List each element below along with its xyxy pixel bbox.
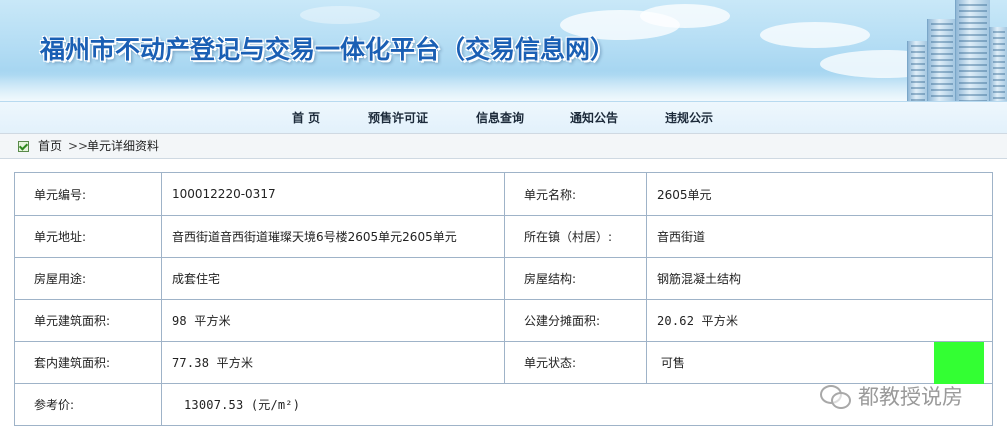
header-banner: 福州市不动产登记与交易一体化平台（交易信息网） xyxy=(0,0,1007,101)
checkbox-icon xyxy=(18,141,29,152)
cloud-decoration xyxy=(300,6,380,24)
table-row: 单元建筑面积: 98 平方米 公建分摊面积: 20.62 平方米 xyxy=(15,300,992,342)
reference-price-label: 参考价: xyxy=(15,384,162,425)
shared-area-value: 20.62 平方米 xyxy=(657,314,739,328)
unit-status-label: 单元状态: xyxy=(505,342,647,383)
usage-value: 成套住宅 xyxy=(162,258,505,299)
unit-name-value: 2605单元 xyxy=(657,187,712,202)
structure-label: 房屋结构: xyxy=(505,258,647,299)
banner-haze xyxy=(0,75,1007,101)
nav-item-notices[interactable]: 通知公告 xyxy=(570,102,618,134)
nav-item-presale-permit[interactable]: 预售许可证 xyxy=(368,102,428,134)
nav-item-violations[interactable]: 违规公示 xyxy=(665,102,713,134)
status-color-swatch xyxy=(934,342,984,384)
nav-item-home[interactable]: 首 页 xyxy=(292,102,320,134)
skyscraper-illustration xyxy=(897,0,1007,101)
town-value: 音西街道 xyxy=(657,230,706,244)
unit-number-value: 100012220-0317 xyxy=(162,173,505,215)
unit-name-label: 单元名称: xyxy=(505,173,647,215)
floor-area-value: 98 平方米 xyxy=(162,300,505,341)
usage-label: 房屋用途: xyxy=(15,258,162,299)
cloud-decoration xyxy=(640,4,730,28)
shared-area-label: 公建分摊面积: xyxy=(505,300,647,341)
breadcrumb-separator: >> xyxy=(68,139,89,153)
unit-address-label: 单元地址: xyxy=(15,216,162,257)
nav-item-info-query[interactable]: 信息查询 xyxy=(476,102,524,134)
unit-number-label: 单元编号: xyxy=(15,173,162,215)
breadcrumb-home-link[interactable]: 首页 xyxy=(38,134,62,158)
table-row: 单元编号: 100012220-0317 单元名称: 2605单元 xyxy=(15,173,992,216)
main-nav: 首 页 预售许可证 信息查询 通知公告 违规公示 xyxy=(0,101,1007,134)
cloud-decoration xyxy=(760,22,870,48)
site-title: 福州市不动产登记与交易一体化平台（交易信息网） xyxy=(40,35,616,64)
watermark: 都教授说房 xyxy=(820,380,963,412)
floor-area-label: 单元建筑面积: xyxy=(15,300,162,341)
table-row: 单元地址: 音西街道音西街道璀璨天境6号楼2605单元2605单元 所在镇（村居… xyxy=(15,216,992,258)
table-row: 房屋用途: 成套住宅 房屋结构: 钢筋混凝土结构 xyxy=(15,258,992,300)
town-label: 所在镇（村居）: xyxy=(505,216,647,257)
inner-area-label: 套内建筑面积: xyxy=(15,342,162,383)
chat-bubble-icon xyxy=(820,383,852,409)
unit-address-value: 音西街道音西街道璀璨天境6号楼2605单元2605单元 xyxy=(162,216,505,257)
watermark-text: 都教授说房 xyxy=(858,385,963,409)
table-row: 套内建筑面积: 77.38 平方米 单元状态: 可售 xyxy=(15,342,992,384)
breadcrumb-current: 单元详细资料 xyxy=(87,139,160,153)
breadcrumb: 首页 >> 单元详细资料 xyxy=(0,133,1007,159)
structure-value: 钢筋混凝土结构 xyxy=(657,272,742,286)
inner-area-value: 77.38 平方米 xyxy=(162,342,505,383)
